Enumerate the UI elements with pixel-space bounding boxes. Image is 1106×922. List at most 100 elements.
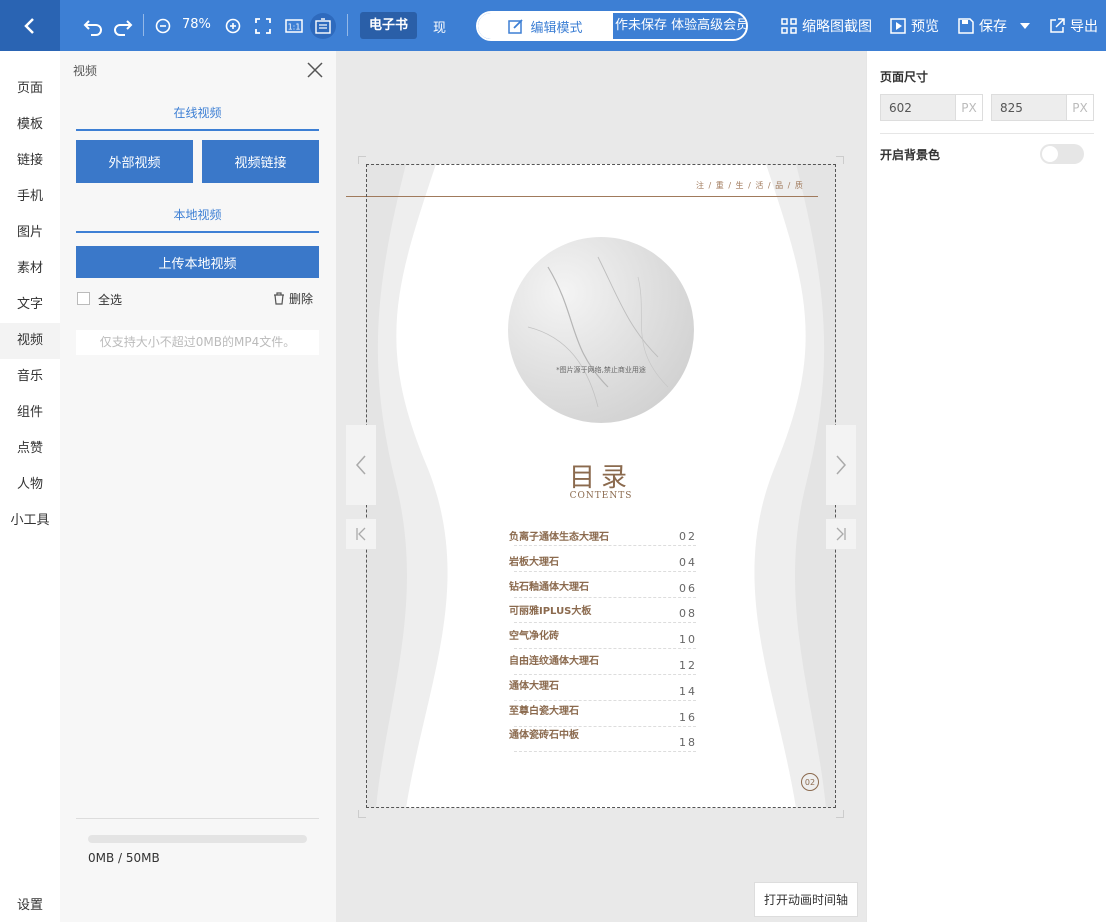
chevron-left-icon (355, 455, 366, 475)
delete-label: 删除 (289, 292, 314, 306)
storage-divider (76, 818, 319, 819)
external-video-button[interactable]: 外部视频 (76, 140, 193, 183)
toc-item-name: 钻石釉通体大理石 (509, 581, 589, 593)
page-height-value: 825 (1000, 101, 1023, 115)
editor-canvas[interactable]: 注 / 重 / 生 / 活 / 品 / 质 *图片源于网络,禁止商业用途 目录 … (336, 51, 866, 922)
fullscreen-icon[interactable] (250, 13, 276, 39)
nav-item[interactable]: 页面 (0, 71, 60, 107)
edit-icon (508, 19, 524, 34)
online-video-title[interactable]: 在线视频 (76, 104, 319, 121)
toggle-knob (1042, 146, 1058, 162)
panel-divider (880, 133, 1094, 134)
export-button[interactable]: 导出 (1049, 12, 1098, 39)
crop-mark (358, 156, 366, 164)
delete-button[interactable]: 删除 (273, 290, 313, 307)
last-page-button[interactable] (826, 519, 856, 549)
select-all-checkbox[interactable] (77, 292, 90, 305)
close-icon[interactable] (306, 61, 324, 83)
back-button[interactable] (0, 0, 60, 51)
toc-item-name: 负离子通体生态大理石 (509, 532, 609, 543)
toc-item-name: 岩板大理石 (509, 556, 559, 568)
first-page-icon (356, 527, 366, 541)
page-size-label: 页面尺寸 (880, 70, 929, 84)
ebook-tab[interactable]: 电子书 (360, 12, 418, 39)
nav-item[interactable]: 点赞 (0, 431, 60, 467)
export-label: 导出 (1070, 18, 1098, 35)
prev-page-button[interactable] (346, 425, 376, 505)
nav-item[interactable]: 模板 (0, 107, 60, 143)
toc-divider (514, 622, 696, 624)
marble-image[interactable]: *图片源于网络,禁止商业用途 (508, 237, 694, 423)
svg-text:1:1: 1:1 (288, 23, 301, 32)
toc-item-page: 18 (679, 736, 697, 750)
toc-item-name: 通体大理石 (509, 680, 559, 692)
nav-item[interactable]: 视频 (0, 323, 60, 359)
toc-item-name: 自由连纹通体大理石 (509, 656, 599, 667)
nav-item[interactable]: 链接 (0, 143, 60, 179)
marble-veins (527, 256, 669, 408)
page-width-field[interactable]: 602 PX (880, 94, 983, 121)
actual-size-icon[interactable]: 1:1 (281, 13, 307, 39)
thumbnail-label: 缩略图截图 (802, 18, 872, 35)
thumbnail-icon (781, 17, 797, 34)
nav-item[interactable]: 素材 (0, 251, 60, 287)
undo-icon[interactable] (80, 13, 106, 39)
next-page-button[interactable] (826, 425, 856, 505)
crop-mark (358, 810, 366, 818)
other-tab[interactable]: 现 (433, 17, 446, 36)
preview-label: 预览 (911, 18, 939, 35)
edit-mode-button[interactable]: 编辑模式 (478, 13, 613, 39)
toc-item-name: 可丽雅IPLUS大板 (509, 606, 592, 618)
background-color-toggle[interactable] (1040, 144, 1084, 164)
panel-title: 视频 (73, 64, 98, 78)
mode-toggle[interactable]: 编辑模式 作未保存 体验高级会员 (476, 11, 748, 41)
toc-item-name: 通体瓷砖石中板 (509, 730, 579, 742)
nav-item[interactable]: 音乐 (0, 359, 60, 395)
toolbar-divider (347, 14, 348, 36)
toc-item-name: 空气净化砖 (509, 631, 559, 643)
first-page-button[interactable] (346, 519, 376, 549)
layout-icon[interactable] (310, 13, 336, 39)
toc-item-page: 12 (679, 659, 697, 672)
storage-progress-bar (88, 835, 307, 843)
image-note: *图片源于网络,禁止商业用途 (556, 366, 646, 374)
toc-divider (514, 596, 696, 598)
nav-item[interactable]: 手机 (0, 179, 60, 215)
preview-button[interactable]: 预览 (890, 12, 939, 39)
nav-item[interactable]: 文字 (0, 287, 60, 323)
nav-item[interactable]: 人物 (0, 467, 60, 503)
save-dropdown-button[interactable] (1019, 12, 1036, 39)
zoom-in-icon[interactable] (220, 13, 246, 39)
toc-item-page: 06 (679, 581, 697, 595)
thumbnail-button[interactable]: 缩略图截图 (781, 12, 872, 39)
ebook-page[interactable]: 注 / 重 / 生 / 活 / 品 / 质 *图片源于网络,禁止商业用途 目录 … (346, 164, 836, 808)
local-video-title[interactable]: 本地视频 (76, 206, 319, 223)
online-video-underline (76, 129, 319, 131)
nav-item-settings[interactable]: 设置 (0, 888, 60, 922)
page-height-field[interactable]: 825 PX (991, 94, 1094, 121)
storage-usage-text: 0MB / 50MB (88, 851, 160, 865)
unsaved-notice[interactable]: 作未保存 体验高级会员 (613, 13, 746, 39)
redo-icon[interactable] (110, 13, 136, 39)
upload-local-video-button[interactable]: 上传本地视频 (76, 246, 319, 278)
toc-divider (514, 545, 696, 546)
page-slogan: 注 / 重 / 生 / 活 / 品 / 质 (696, 181, 804, 190)
toc-item-page: 02 (679, 530, 697, 543)
toc-subtitle: CONTENTS (569, 491, 633, 501)
top-toolbar: 78% 1:1 电子书 现 编辑模式 作未保存 体验高级会员 缩略图截图 预览 … (0, 0, 1106, 51)
nav-item[interactable]: 组件 (0, 395, 60, 431)
toolbar-divider (143, 14, 144, 36)
open-timeline-button[interactable]: 打开动画时间轴 (754, 882, 858, 917)
toc-divider (514, 570, 696, 572)
save-button[interactable]: 保存 (958, 12, 1007, 39)
properties-panel: 页面尺寸 602 PX 825 PX 开启背景色 (866, 51, 1106, 922)
nav-item[interactable]: 小工具 (0, 503, 60, 539)
preview-icon (890, 17, 906, 34)
nav-item[interactable]: 图片 (0, 215, 60, 251)
caret-down-icon (1020, 22, 1030, 29)
toc-title: 目录 (568, 463, 633, 493)
zoom-out-icon[interactable] (150, 13, 176, 39)
video-link-button[interactable]: 视频链接 (202, 140, 319, 183)
toc-item-page: 04 (679, 555, 697, 569)
save-label: 保存 (979, 18, 1007, 35)
